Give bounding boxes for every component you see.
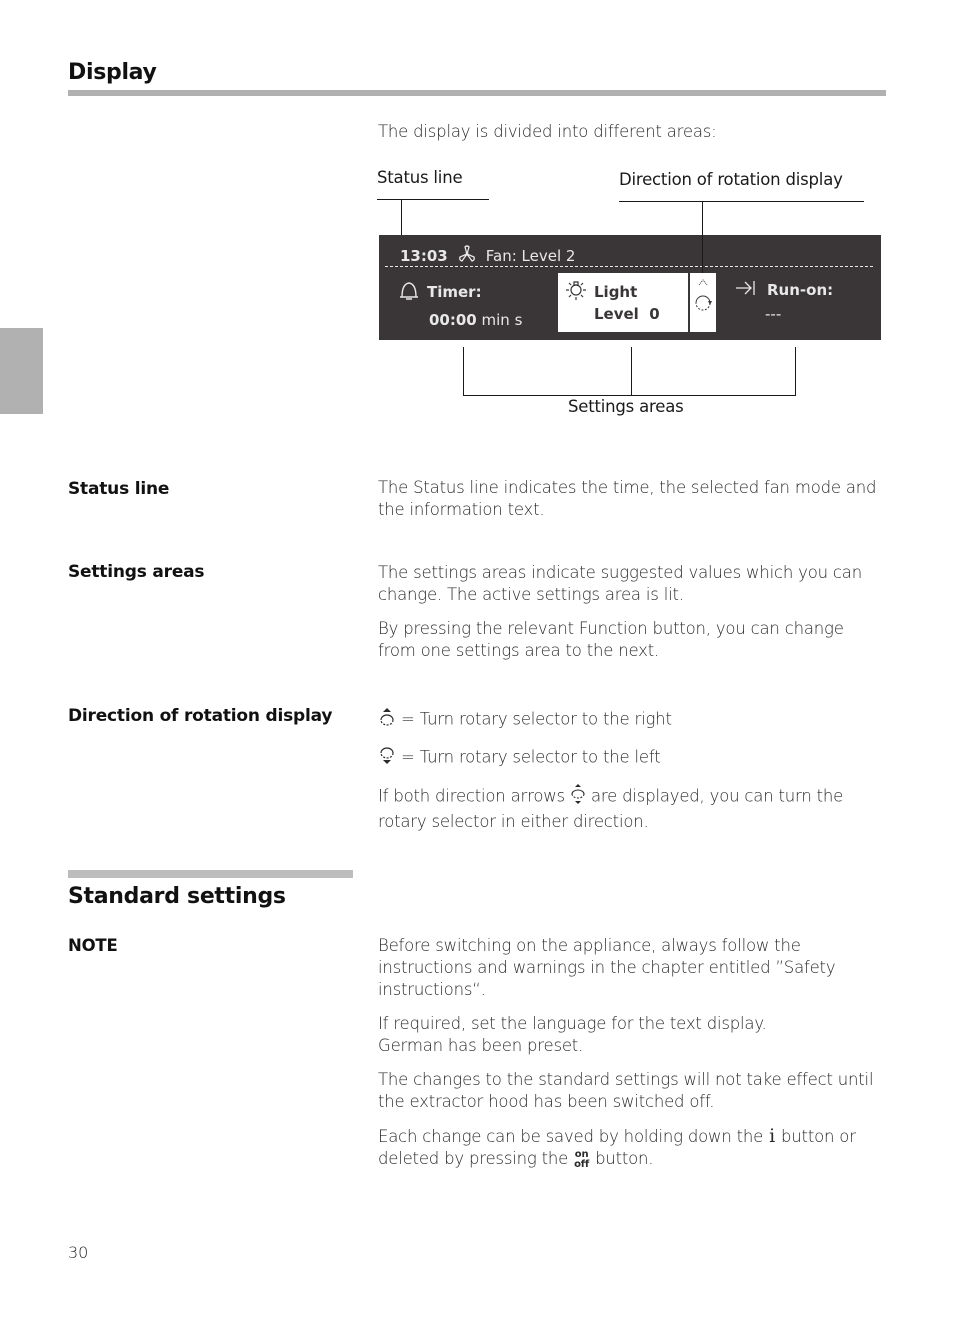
section-title-display: Display xyxy=(68,60,157,85)
timer-value: 00:00 xyxy=(429,311,477,329)
rotate-left-icon xyxy=(378,745,396,771)
run-on-arrow-icon xyxy=(735,279,757,301)
settings-area-light-active: Light Level 0 xyxy=(558,273,688,332)
rotate-right-icon xyxy=(378,707,396,733)
section-title-rule xyxy=(68,90,886,96)
both-arrows-text-pre: If both direction arrows xyxy=(378,786,565,806)
callout-line xyxy=(619,201,864,202)
callout-line xyxy=(463,395,796,396)
label-direction-of-rotation: Direction of rotation display xyxy=(68,706,333,726)
language-note-line-1: If required, set the language for the te… xyxy=(378,1014,767,1033)
settings-area-run-on: Run-on: --- xyxy=(735,279,833,323)
label-note: NOTE xyxy=(68,936,118,955)
save-note-post: button. xyxy=(595,1149,654,1168)
rotate-both-icon xyxy=(570,783,586,811)
bell-icon xyxy=(397,279,421,305)
section-title-rule xyxy=(68,870,353,878)
save-delete-note: Each change can be saved by holding down… xyxy=(378,1125,888,1170)
rotate-right-text: = Turn rotary selector to the right xyxy=(401,709,672,729)
info-button-icon: i xyxy=(769,1125,776,1147)
run-on-value: --- xyxy=(765,305,782,323)
callout-settings-areas: Settings areas xyxy=(568,397,684,416)
lcd-status-line: 13:03 Fan: Level 2 xyxy=(400,245,575,267)
run-on-label: Run-on: xyxy=(767,281,834,299)
language-note-line-2: German has been preset. xyxy=(378,1036,584,1055)
lcd-divider xyxy=(385,266,873,267)
safety-note-text: Before switching on the appliance, alway… xyxy=(378,936,836,999)
settings-areas-text-2: By pressing the relevant Function button… xyxy=(378,619,844,660)
light-value: Level 0 xyxy=(594,305,660,323)
callout-direction-of-rotation: Direction of rotation display xyxy=(619,170,843,189)
callout-line xyxy=(377,199,489,200)
settings-areas-description: The settings areas indicate suggested va… xyxy=(378,562,886,674)
light-label: Light xyxy=(594,283,638,301)
callout-line xyxy=(702,201,703,273)
display-intro-text: The display is divided into different ar… xyxy=(378,122,717,141)
timer-label: Timer: xyxy=(427,283,482,301)
save-note-pre: Each change can be saved by holding down… xyxy=(378,1127,764,1146)
standard-settings-text: Before switching on the appliance, alway… xyxy=(378,935,888,1182)
page-number: 30 xyxy=(68,1243,89,1262)
direction-description: = Turn rotary selector to the right = Tu… xyxy=(378,707,886,845)
chapter-tab-marker xyxy=(0,328,43,414)
fan-icon xyxy=(456,245,478,267)
language-note: If required, set the language for the te… xyxy=(378,1013,888,1057)
callout-status-line: Status line xyxy=(377,168,463,187)
direction-of-rotation-indicator xyxy=(690,273,716,332)
lcd-fan-text: Fan: Level 2 xyxy=(485,247,576,265)
status-line-description: The Status line indicates the time, the … xyxy=(378,478,877,519)
settings-area-timer: Timer: 00:00 min s xyxy=(397,279,522,329)
callout-line xyxy=(463,347,464,396)
effect-note-text: The changes to the standard settings wil… xyxy=(378,1070,874,1111)
callout-line xyxy=(795,347,796,396)
section-title-standard-settings: Standard settings xyxy=(68,884,286,909)
callout-line xyxy=(631,347,632,396)
lcd-display: 13:03 Fan: Level 2 Timer: 00:00 min s Li… xyxy=(379,235,881,340)
settings-areas-text-1: The settings areas indicate suggested va… xyxy=(378,563,862,604)
timer-unit: min s xyxy=(481,311,523,329)
on-off-button-icon: on off xyxy=(574,1149,590,1170)
callout-line xyxy=(401,199,402,235)
label-settings-areas: Settings areas xyxy=(68,562,205,582)
rotate-left-text: = Turn rotary selector to the left xyxy=(401,747,661,767)
label-status-line: Status line xyxy=(68,479,170,499)
light-bulb-icon xyxy=(564,279,588,305)
lcd-time: 13:03 xyxy=(400,247,448,265)
on-off-off-text: off xyxy=(574,1158,590,1170)
